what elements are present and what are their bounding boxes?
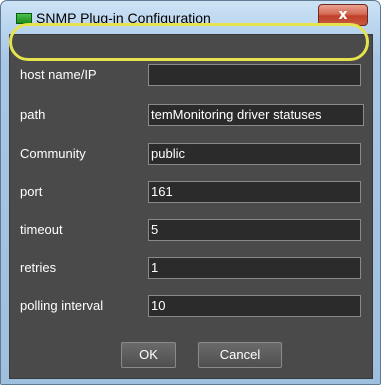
row-timeout: timeout 5: [10, 216, 372, 244]
polling-interval-input[interactable]: 10: [148, 295, 361, 317]
close-button[interactable]: x: [318, 4, 368, 26]
title-bar[interactable]: SNMP Plug-in Configuration x: [1, 1, 380, 35]
app-icon: [16, 13, 32, 24]
community-input[interactable]: public: [148, 143, 361, 165]
cancel-button[interactable]: Cancel: [198, 342, 282, 368]
path-input[interactable]: temMonitoring driver statuses: [148, 104, 364, 126]
timeout-label: timeout: [20, 222, 63, 237]
path-label: path: [20, 107, 46, 122]
port-label: port: [20, 184, 43, 199]
snmp-config-dialog: SNMP Plug-in Configuration x host name/I…: [0, 0, 381, 385]
timeout-input[interactable]: 5: [148, 219, 361, 241]
ok-button[interactable]: OK: [121, 342, 176, 368]
host-name-input[interactable]: [148, 64, 361, 86]
row-polling-interval: polling interval 10: [10, 292, 372, 320]
window-title: SNMP Plug-in Configuration: [36, 10, 211, 26]
retries-label: retries: [20, 260, 57, 275]
row-retries: retries 1: [10, 254, 372, 282]
community-label: Community: [20, 146, 86, 161]
config-panel: host name/IP path temMonitoring driver s…: [9, 34, 373, 379]
retries-input[interactable]: 1: [148, 257, 361, 279]
port-input[interactable]: 161: [148, 181, 361, 203]
host-name-label: host name/IP: [20, 67, 97, 82]
row-host-name: host name/IP: [10, 61, 372, 89]
row-port: port 161: [10, 178, 372, 206]
polling-interval-label: polling interval: [20, 298, 104, 313]
row-community: Community public: [10, 140, 372, 168]
row-path: path temMonitoring driver statuses: [10, 101, 372, 129]
